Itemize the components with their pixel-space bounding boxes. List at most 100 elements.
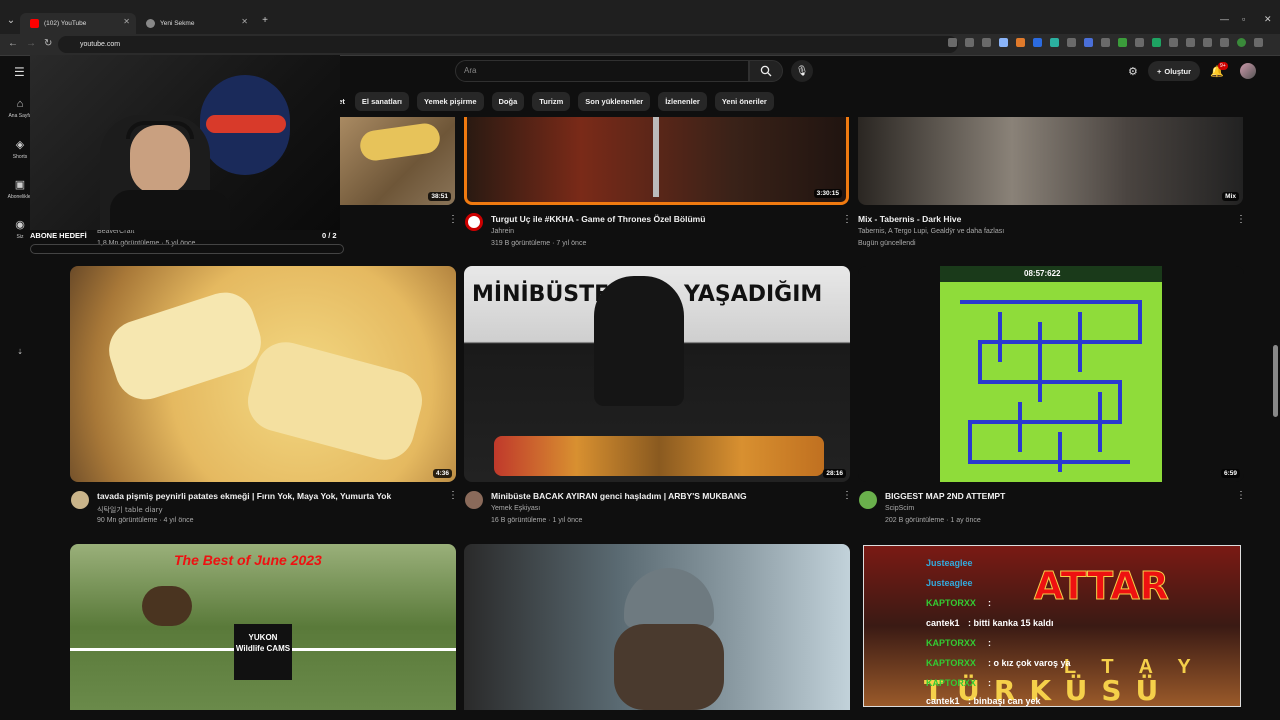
- chip[interactable]: El sanatları: [354, 92, 409, 111]
- helmet-art: [624, 568, 714, 628]
- video-title[interactable]: BIGGEST MAP 2ND ATTEMPT: [885, 491, 1005, 501]
- channel-avatar[interactable]: [465, 213, 483, 231]
- video-meta: Bugün güncellendi: [858, 240, 916, 247]
- tab-new[interactable]: Yeni Sekme ✕: [136, 13, 254, 34]
- more-options-icon[interactable]: ⋮: [448, 214, 458, 225]
- back-icon[interactable]: ←: [8, 38, 18, 49]
- streamer-shirt: [110, 190, 230, 230]
- extension-icon[interactable]: [1220, 38, 1229, 47]
- thumbnail-art: [358, 121, 442, 163]
- video-thumbnail[interactable]: 08:57:622 6:59: [858, 266, 1244, 482]
- video-title[interactable]: Turgut Uç ile #KKHA - Game of Thrones Öz…: [491, 214, 705, 224]
- chat-user: cantek1: [926, 618, 960, 628]
- video-thumbnail[interactable]: MİNİBÜSTE YAŞADIĞIM 28:16: [464, 266, 850, 482]
- plus-icon: +: [1156, 66, 1162, 76]
- logo-text: YUKON Wildlife CAMS: [235, 633, 291, 653]
- profile-icon[interactable]: [1237, 38, 1246, 47]
- close-tab-icon[interactable]: ✕: [241, 17, 248, 26]
- chip[interactable]: Doğa: [491, 92, 525, 111]
- forward-icon[interactable]: →: [26, 38, 36, 49]
- chrome-favicon-icon: [146, 19, 155, 28]
- thumbnail-art: [241, 335, 429, 467]
- notification-badge: 9+: [1218, 62, 1228, 70]
- page-scrollbar[interactable]: [1273, 345, 1278, 417]
- puzzle-icon[interactable]: [1203, 38, 1212, 47]
- close-tab-icon[interactable]: ✕: [123, 17, 130, 26]
- video-thumbnail[interactable]: 4:36: [70, 266, 456, 482]
- video-title[interactable]: tavada pişmiş peynirli patates ekmeği | …: [97, 491, 391, 501]
- channel-name[interactable]: Yemek Eşkiyası: [491, 505, 540, 512]
- menu-icon[interactable]: ☰: [14, 65, 25, 79]
- extension-icon[interactable]: [982, 38, 991, 47]
- address-bar[interactable]: youtube.com: [58, 36, 958, 53]
- chip[interactable]: Turizm: [532, 92, 571, 111]
- food-art: [494, 436, 824, 476]
- close-window-icon[interactable]: ✕: [1264, 14, 1272, 25]
- extensions-toolbar: [948, 38, 1263, 47]
- search-button[interactable]: [749, 60, 783, 82]
- extension-icon[interactable]: [1135, 38, 1144, 47]
- video-title[interactable]: Mix - Tabernis - Dark Hive: [858, 214, 961, 224]
- chat-message: : bitti kanka 15 kaldı: [968, 618, 1054, 628]
- extension-icon[interactable]: [1016, 38, 1025, 47]
- channel-avatar[interactable]: [71, 491, 89, 509]
- more-options-icon[interactable]: ⋮: [1236, 214, 1246, 225]
- extension-icon[interactable]: [1186, 38, 1195, 47]
- extension-icon[interactable]: [1152, 38, 1161, 47]
- video-meta: 90 Mn görüntüleme · 4 yıl önce: [97, 517, 194, 524]
- maze-art: [960, 300, 1142, 472]
- more-icon[interactable]: [1254, 38, 1263, 47]
- chip[interactable]: İzlenenler: [658, 92, 707, 111]
- bookmark-star-icon[interactable]: [999, 38, 1008, 47]
- search-input[interactable]: Ara: [455, 60, 749, 82]
- maximize-icon[interactable]: ▫: [1242, 14, 1245, 24]
- extension-icon[interactable]: [1050, 38, 1059, 47]
- chip[interactable]: Son yüklenenler: [578, 92, 651, 111]
- chip[interactable]: Yemek pişirme: [416, 92, 484, 111]
- sidebar-item-label: Ana Sayfa: [8, 113, 32, 119]
- video-thumbnail[interactable]: 3:30:15: [464, 117, 849, 205]
- video-meta: 202 B görüntüleme · 1 ay önce: [885, 517, 981, 524]
- channel-name[interactable]: Tabernis, A Tergo Lupi, Gealdÿr ve daha …: [858, 228, 1004, 235]
- new-tab-button[interactable]: +: [258, 13, 272, 27]
- extension-icon[interactable]: [1033, 38, 1042, 47]
- video-thumbnail[interactable]: Mix: [858, 117, 1243, 205]
- channel-name[interactable]: ScipScim: [885, 505, 914, 512]
- browser-tabbar: ⌄ (102) YouTube ✕ Yeni Sekme ✕ + — ▫ ✕: [0, 0, 1280, 34]
- duration-badge: 28:16: [823, 469, 846, 478]
- extension-icon[interactable]: [1101, 38, 1110, 47]
- tab-search-button[interactable]: ⌄: [4, 13, 18, 27]
- chip[interactable]: Yeni öneriler: [714, 92, 774, 111]
- video-thumbnail[interactable]: The Best of June 2023 YUKON Wildlife CAM…: [70, 544, 456, 710]
- reload-icon[interactable]: ↻: [44, 38, 52, 49]
- extension-icon[interactable]: [1084, 38, 1093, 47]
- video-thumbnail[interactable]: 38:51: [340, 117, 455, 205]
- tab-youtube[interactable]: (102) YouTube ✕: [20, 13, 136, 34]
- figure-art: [614, 624, 724, 710]
- more-options-icon[interactable]: ⋮: [842, 214, 852, 225]
- thumbnail-text: ATTAR: [1034, 564, 1170, 609]
- voice-search-button[interactable]: 🎙: [791, 60, 813, 82]
- create-button[interactable]: + Oluştur: [1148, 61, 1200, 81]
- channel-name[interactable]: 식탁일기 table diary: [97, 505, 163, 515]
- video-title[interactable]: Minibüste BACAK AYIRAN genci haşladım | …: [491, 491, 747, 501]
- more-options-icon[interactable]: ⋮: [842, 490, 852, 501]
- cast-icon[interactable]: ⚙: [1128, 65, 1138, 78]
- extension-icon[interactable]: [1067, 38, 1076, 47]
- channel-avatar[interactable]: [859, 491, 877, 509]
- minimize-icon[interactable]: —: [1220, 14, 1229, 24]
- extension-icon[interactable]: [1169, 38, 1178, 47]
- channel-name[interactable]: Jahrein: [491, 228, 514, 235]
- chat-user: Justeaglee: [926, 578, 973, 588]
- video-thumbnail[interactable]: [464, 544, 850, 710]
- chat-user: Justeaglee: [926, 558, 973, 568]
- channel-avatar[interactable]: [465, 491, 483, 509]
- tab-label: (102) YouTube: [44, 20, 87, 27]
- zoom-icon[interactable]: [965, 38, 974, 47]
- more-options-icon[interactable]: ⋮: [448, 490, 458, 501]
- extension-icon[interactable]: [948, 38, 957, 47]
- extension-icon[interactable]: [1118, 38, 1127, 47]
- more-options-icon[interactable]: ⋮: [1236, 490, 1246, 501]
- drag-handle-icon[interactable]: ⇣: [0, 348, 40, 356]
- account-avatar[interactable]: [1240, 63, 1256, 79]
